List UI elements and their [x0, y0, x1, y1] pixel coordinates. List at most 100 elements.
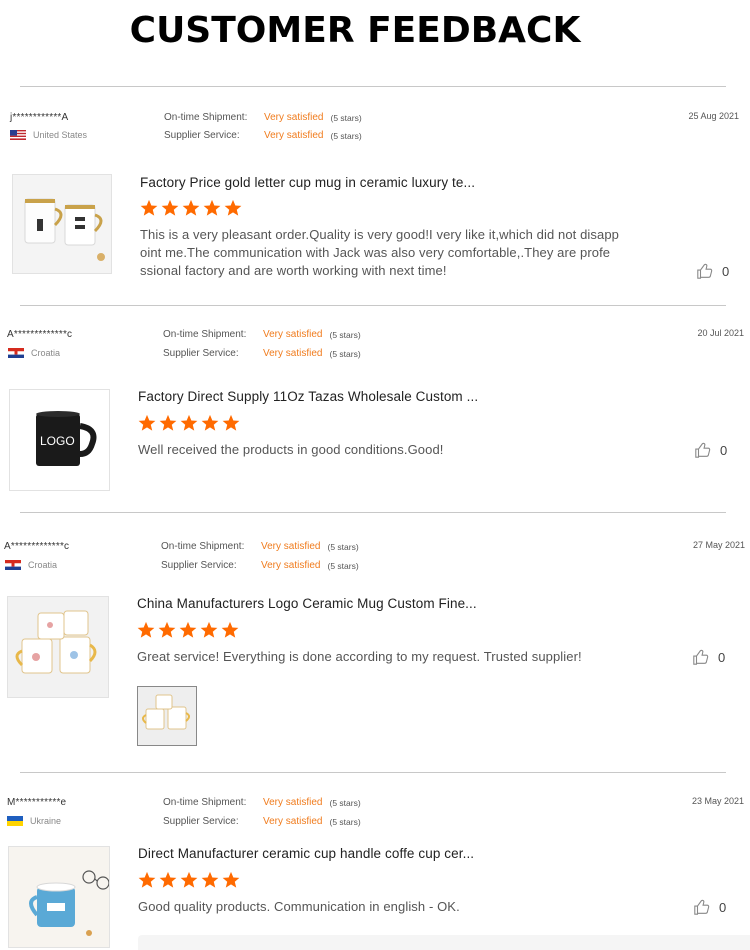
shipment-value: Very satisfied [263, 329, 323, 340]
supplier-rating: Supplier Service: Very satisfied (5 star… [163, 348, 361, 359]
product-title-link[interactable]: Direct Manufacturer ceramic cup handle c… [138, 846, 474, 861]
product-image[interactable] [8, 846, 110, 948]
supplier-stars: (5 stars) [330, 130, 362, 141]
thumbs-up-icon [697, 263, 713, 279]
rating-stars [137, 621, 239, 639]
shipment-value: Very satisfied [263, 797, 323, 808]
thumbs-up-icon [694, 899, 710, 915]
thumbs-up-icon [693, 649, 709, 665]
star-icon [182, 199, 200, 216]
shipment-stars: (5 stars) [329, 797, 361, 808]
star-icon [180, 414, 198, 431]
review-date: 25 Aug 2021 [688, 111, 739, 121]
like-count: 0 [720, 442, 728, 458]
rating-stars [138, 871, 240, 889]
rating-stars [140, 199, 242, 217]
like-button[interactable]: 0 [694, 441, 727, 459]
star-icon [158, 621, 176, 638]
divider [20, 86, 726, 87]
shipment-value: Very satisfied [261, 541, 321, 552]
star-icon [222, 414, 240, 431]
supplier-value: Very satisfied [263, 348, 323, 359]
supplier-stars: (5 stars) [327, 560, 359, 571]
divider [20, 772, 726, 773]
star-icon [201, 871, 219, 888]
product-image[interactable]: LOGO [9, 389, 110, 491]
product-title-link[interactable]: Factory Price gold letter cup mug in cer… [140, 175, 475, 190]
supplier-value: Very satisfied [264, 130, 324, 141]
mug-logo-text: LOGO [40, 434, 75, 448]
supplier-stars: (5 stars) [329, 816, 361, 827]
supplier-label: Supplier Service: [161, 560, 237, 571]
ukraine-flag-icon [7, 816, 23, 826]
shipment-label: On-time Shipment: [164, 112, 248, 123]
buyer-country: United States [10, 130, 87, 140]
country-label: Croatia [31, 348, 61, 358]
like-button[interactable]: 0 [693, 898, 726, 916]
product-title-link[interactable]: China Manufacturers Logo Ceramic Mug Cus… [137, 596, 477, 611]
star-icon [224, 199, 242, 216]
divider [20, 512, 726, 513]
review-date: 20 Jul 2021 [697, 328, 744, 338]
shipment-label: On-time Shipment: [163, 329, 247, 340]
shipment-value: Very satisfied [264, 112, 324, 123]
review-text: This is a very pleasant order.Quality is… [140, 227, 619, 278]
like-count: 0 [718, 649, 726, 665]
review-photo[interactable] [137, 686, 197, 746]
review-date: 23 May 2021 [691, 796, 744, 806]
country-label: Croatia [28, 560, 58, 570]
buyer-name: A*************c [7, 329, 73, 340]
like-button[interactable]: 0 [692, 648, 725, 666]
supplier-reply-box [138, 935, 750, 950]
product-image[interactable] [12, 174, 112, 274]
review-text: Well received the products in good condi… [138, 442, 444, 457]
star-icon [138, 414, 156, 431]
croatia-flag-icon [5, 560, 21, 570]
star-icon [159, 871, 177, 888]
review-text: Great service! Everything is done accord… [137, 649, 582, 664]
like-button[interactable]: 0 [696, 262, 729, 280]
product-title-link[interactable]: Factory Direct Supply 11Oz Tazas Wholesa… [138, 389, 478, 404]
buyer-country: Croatia [5, 560, 57, 570]
like-count: 0 [722, 263, 730, 279]
supplier-value: Very satisfied [263, 816, 323, 827]
supplier-value: Very satisfied [261, 560, 321, 571]
star-icon [222, 871, 240, 888]
review-text: Good quality products. Communication in … [138, 899, 460, 914]
like-count: 0 [719, 899, 727, 915]
supplier-rating: Supplier Service: Very satisfied (5 star… [163, 816, 361, 827]
shipment-rating: On-time Shipment: Very satisfied (5 star… [164, 112, 362, 123]
star-icon [179, 621, 197, 638]
shipment-label: On-time Shipment: [161, 541, 245, 552]
buyer-country: Croatia [8, 348, 60, 358]
thumbs-up-icon [695, 442, 711, 458]
shipment-stars: (5 stars) [330, 112, 362, 123]
buyer-name: A*************c [4, 541, 70, 552]
country-label: United States [33, 130, 88, 140]
buyer-country: Ukraine [7, 816, 61, 826]
us-flag-icon [10, 130, 26, 140]
star-icon [221, 621, 239, 638]
country-label: Ukraine [30, 816, 62, 826]
supplier-rating: Supplier Service: Very satisfied (5 star… [164, 130, 362, 141]
star-icon [200, 621, 218, 638]
star-icon [180, 871, 198, 888]
shipment-rating: On-time Shipment: Very satisfied (5 star… [163, 797, 361, 808]
shipment-rating: On-time Shipment: Very satisfied (5 star… [161, 541, 359, 552]
shipment-label: On-time Shipment: [163, 797, 247, 808]
star-icon [137, 621, 155, 638]
star-icon [203, 199, 221, 216]
product-image[interactable] [7, 596, 109, 698]
shipment-stars: (5 stars) [327, 541, 359, 552]
shipment-rating: On-time Shipment: Very satisfied (5 star… [163, 329, 361, 340]
star-icon [138, 871, 156, 888]
divider [20, 305, 726, 306]
croatia-flag-icon [8, 348, 24, 358]
star-icon [159, 414, 177, 431]
buyer-name: j************A [10, 112, 69, 123]
star-icon [161, 199, 179, 216]
supplier-label: Supplier Service: [164, 130, 240, 141]
star-icon [140, 199, 158, 216]
supplier-label: Supplier Service: [163, 348, 239, 359]
supplier-stars: (5 stars) [329, 348, 361, 359]
